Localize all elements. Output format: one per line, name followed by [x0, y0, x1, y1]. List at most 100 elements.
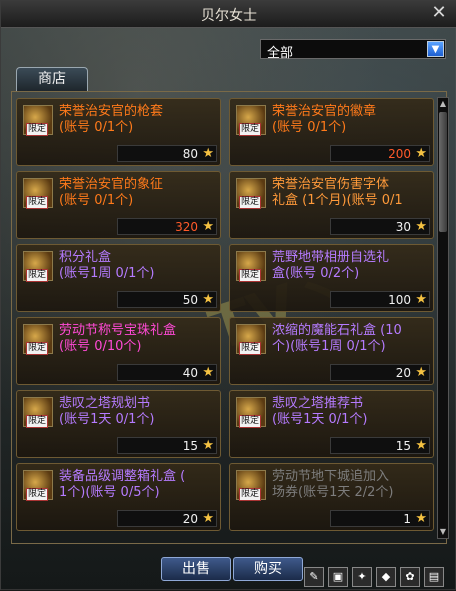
currency-star-icon: ★	[202, 365, 214, 380]
sell-button[interactable]: 出售	[161, 557, 231, 581]
item-icon[interactable]: 限定	[236, 178, 266, 209]
item-name: 悲叹之塔推荐书 (账号1天 0/1个)	[272, 396, 368, 427]
item-icon[interactable]: 限定	[236, 251, 266, 282]
item-icon[interactable]: 限定	[23, 470, 53, 501]
item-price: 30	[395, 220, 411, 234]
currency-star-icon: ★	[415, 438, 427, 453]
item-icon[interactable]: 限定	[23, 324, 53, 355]
currency-star-icon: ★	[415, 365, 427, 380]
scroll-thumb[interactable]	[439, 112, 447, 232]
currency-star-icon: ★	[202, 511, 214, 526]
limited-badge: 限定	[26, 196, 49, 209]
item-price: 40	[182, 366, 198, 380]
scroll-down-icon[interactable]: ▼	[438, 527, 448, 537]
price-box: 320 ★	[117, 218, 217, 235]
item-icon[interactable]: 限定	[23, 178, 53, 209]
price-box: 1 ★	[330, 510, 430, 527]
price-box: 80 ★	[117, 145, 217, 162]
limited-badge: 限定	[26, 415, 49, 428]
currency-star-icon: ★	[415, 292, 427, 307]
item-price: 50	[182, 293, 198, 307]
toolbar-icon-5[interactable]: ✿	[400, 567, 420, 587]
item-price: 15	[182, 439, 198, 453]
shop-item-card[interactable]: 限定 荣誉治安官的枪套 (账号 0/1个) 80 ★	[16, 98, 221, 166]
item-price: 20	[395, 366, 411, 380]
item-name: 积分礼盒 (账号1周 0/1个)	[59, 250, 155, 281]
shop-item-card[interactable]: 限定 劳动节称号宝珠礼盒 (账号 0/10个) 40 ★	[16, 317, 221, 385]
item-name: 荒野地带相册自选礼 盒(账号 0/2个)	[272, 250, 390, 281]
limited-badge: 限定	[239, 342, 262, 355]
currency-star-icon: ★	[202, 438, 214, 453]
toolbar-icon-3[interactable]: ✦	[352, 567, 372, 587]
buy-button[interactable]: 购买	[233, 557, 303, 581]
item-icon[interactable]: 限定	[23, 251, 53, 282]
price-box: 20 ★	[117, 510, 217, 527]
item-name: 装备品级调整箱礼盒 ( 1个)(账号 0/5个)	[59, 469, 186, 500]
title-bar[interactable]: 贝尔女士 ✕	[1, 1, 456, 28]
price-box: 100 ★	[330, 291, 430, 308]
limited-badge: 限定	[26, 488, 49, 501]
limited-badge: 限定	[239, 196, 262, 209]
filter-selected-value: 全部	[267, 46, 294, 61]
shop-item-card[interactable]: 限定 悲叹之塔规划书 (账号1天 0/1个) 15 ★	[16, 390, 221, 458]
item-price: 1	[403, 512, 411, 526]
item-name: 浓缩的魔能石礼盒 (10 个)(账号1周 0/1个)	[272, 323, 402, 354]
toolbar-icon-1[interactable]: ✎	[304, 567, 324, 587]
item-name: 悲叹之塔规划书 (账号1天 0/1个)	[59, 396, 155, 427]
shop-window: 贝尔女士 ✕ 全部 ▼ 商店 TV丶 限定荣誉治安官的枪套 (账号 0/1个)8…	[0, 0, 456, 591]
shop-item-card[interactable]: 限定 浓缩的魔能石礼盒 (10 个)(账号1周 0/1个) 20 ★	[229, 317, 434, 385]
price-box: 200 ★	[330, 145, 430, 162]
toolbar-icon-4[interactable]: ◆	[376, 567, 396, 587]
item-price: 20	[182, 512, 198, 526]
shop-item-card[interactable]: 限定 装备品级调整箱礼盒 ( 1个)(账号 0/5个) 20 ★	[16, 463, 221, 531]
shop-item-card[interactable]: 限定 荣誉治安官伤害字体 礼盒 (1个月)(账号 0/1 30 ★	[229, 171, 434, 239]
limited-badge: 限定	[239, 269, 262, 282]
item-icon[interactable]: 限定	[236, 397, 266, 428]
shop-item-card[interactable]: 限定 劳动节地下城追加入 场券(账号1天 2/2个) 1 ★	[229, 463, 434, 531]
item-name: 劳动节地下城追加入 场券(账号1天 2/2个)	[272, 469, 394, 500]
shop-item-card[interactable]: 限定 荣誉治安官的象征 (账号 0/1个) 320 ★	[16, 171, 221, 239]
item-name: 荣誉治安官的枪套 (账号 0/1个)	[59, 104, 164, 135]
toolbar-icon-2[interactable]: ▣	[328, 567, 348, 587]
item-icon[interactable]: 限定	[236, 105, 266, 136]
item-price: 200	[388, 147, 411, 161]
toolbar-icon-6[interactable]: ▤	[424, 567, 444, 587]
price-box: 15 ★	[117, 437, 217, 454]
limited-badge: 限定	[239, 415, 262, 428]
currency-star-icon: ★	[202, 292, 214, 307]
limited-badge: 限定	[26, 269, 49, 282]
price-box: 50 ★	[117, 291, 217, 308]
currency-star-icon: ★	[415, 219, 427, 234]
shop-item-card[interactable]: 限定 悲叹之塔推荐书 (账号1天 0/1个) 15 ★	[229, 390, 434, 458]
price-box: 20 ★	[330, 364, 430, 381]
item-price: 320	[175, 220, 198, 234]
item-icon[interactable]: 限定	[23, 105, 53, 136]
shop-item-card[interactable]: 限定 荒野地带相册自选礼 盒(账号 0/2个) 100 ★	[229, 244, 434, 312]
item-name: 荣誉治安官的徽章 (账号 0/1个)	[272, 104, 377, 135]
item-price: 100	[388, 293, 411, 307]
shop-item-card[interactable]: 限定 积分礼盒 (账号1周 0/1个) 50 ★	[16, 244, 221, 312]
filter-dropdown[interactable]: 全部 ▼	[260, 39, 446, 61]
item-icon[interactable]: 限定	[236, 324, 266, 355]
limited-badge: 限定	[26, 123, 49, 136]
chevron-down-icon[interactable]: ▼	[427, 41, 444, 57]
price-box: 40 ★	[117, 364, 217, 381]
limited-badge: 限定	[239, 488, 262, 501]
currency-star-icon: ★	[202, 146, 214, 161]
limited-badge: 限定	[239, 123, 262, 136]
shop-item-card[interactable]: 限定 荣誉治安官的徽章 (账号 0/1个) 200 ★	[229, 98, 434, 166]
item-price: 80	[182, 147, 198, 161]
item-name: 劳动节称号宝珠礼盒 (账号 0/10个)	[59, 323, 177, 354]
item-icon[interactable]: 限定	[23, 397, 53, 428]
scrollbar[interactable]: ▲ ▼	[437, 97, 449, 539]
tab-shop[interactable]: 商店	[16, 67, 88, 91]
bottom-toolbar: ✎ ▣ ✦ ◆ ✿ ▤	[296, 561, 451, 589]
window-title: 贝尔女士	[201, 8, 257, 24]
price-box: 15 ★	[330, 437, 430, 454]
item-icon[interactable]: 限定	[236, 470, 266, 501]
item-price: 15	[395, 439, 411, 453]
close-icon[interactable]: ✕	[429, 3, 449, 23]
item-name: 荣誉治安官的象征 (账号 0/1个)	[59, 177, 164, 208]
currency-star-icon: ★	[415, 511, 427, 526]
scroll-up-icon[interactable]: ▲	[438, 99, 448, 109]
